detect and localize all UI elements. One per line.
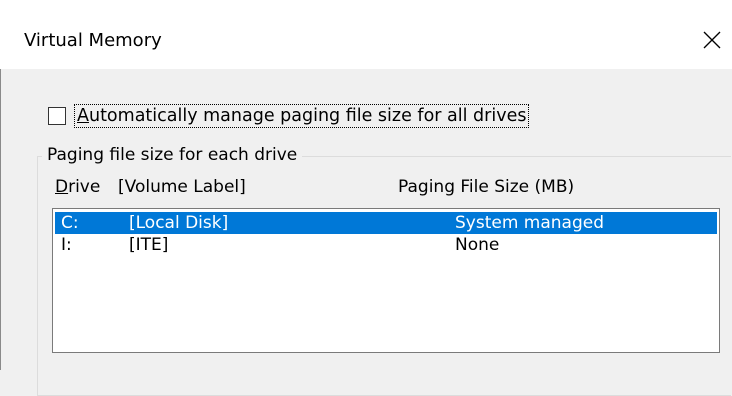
drive-letter: I: [61,235,72,255]
auto-manage-option[interactable]: Automatically manage paging file size fo… [48,104,530,128]
auto-manage-checkbox[interactable] [48,107,66,125]
window-title: Virtual Memory [24,30,162,51]
title-bar: Virtual Memory [0,0,732,69]
volume-label: [ITE] [129,235,169,255]
auto-manage-label[interactable]: Automatically manage paging file size fo… [74,104,530,128]
column-header-paging-size: Paging File Size (MB) [398,177,575,197]
column-header-drive: Drive [55,176,100,198]
close-button[interactable] [692,20,732,60]
drive-header-text: rive [68,177,101,197]
close-icon [703,31,721,49]
volume-label: [Local Disk] [129,213,229,233]
paging-file-group-title: Paging file size for each drive [42,144,303,166]
drive-hotkey: D [55,177,69,197]
drive-letter: C: [61,213,79,233]
drive-list[interactable]: C: [Local Disk] System managed I: [ITE] … [52,208,720,353]
auto-manage-label-text: utomatically manage paging file size for… [88,106,527,126]
drive-row-i[interactable]: I: [ITE] None [55,234,717,256]
auto-manage-hotkey: A [77,106,89,126]
paging-size: System managed [455,213,605,233]
paging-size: None [455,235,500,255]
drive-row-c[interactable]: C: [Local Disk] System managed [55,212,717,234]
window-frame [0,69,1,370]
column-header-volume-label: [Volume Label] [118,177,246,197]
